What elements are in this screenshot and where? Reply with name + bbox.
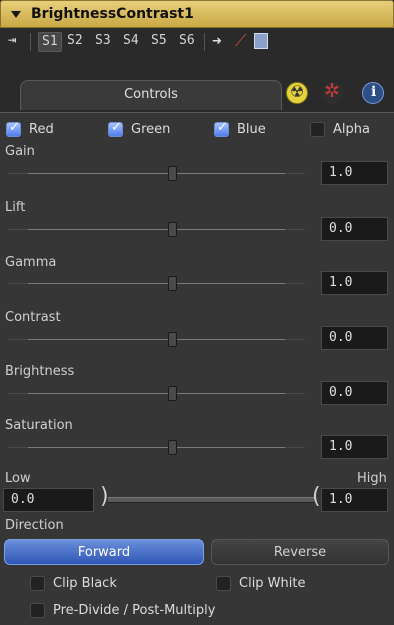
arrow-right-icon[interactable]: ➜	[212, 31, 222, 50]
brightness-label: Brightness	[5, 364, 75, 379]
high-label: High	[357, 471, 387, 486]
saturation-slider-thumb[interactable]	[168, 440, 177, 455]
alpha-checkbox[interactable]: Alpha	[310, 119, 370, 139]
radioactive-icon[interactable]	[286, 82, 308, 104]
contrast-label: Contrast	[5, 310, 61, 325]
slot-s1-button[interactable]: S1	[38, 32, 62, 52]
red-checkbox[interactable]: Red	[6, 119, 54, 139]
gain-label: Gain	[5, 144, 35, 159]
gain-slider-thumb[interactable]	[168, 166, 177, 181]
toolbar: ⇥ S1 S2 S3 S4 S5 S6 ➜ ⟋	[0, 28, 394, 56]
clip-black-checkbox[interactable]: Clip Black	[30, 573, 117, 593]
slot-s5-button[interactable]: S5	[148, 32, 170, 52]
contrast-slider-thumb[interactable]	[168, 332, 177, 347]
slot-s3-button[interactable]: S3	[92, 32, 114, 52]
lift-label: Lift	[5, 200, 26, 215]
lift-slider-thumb[interactable]	[168, 222, 177, 237]
checkbox-unchecked-icon	[30, 575, 45, 591]
checkbox-unchecked-icon	[310, 121, 325, 137]
checkbox-unchecked-icon	[216, 575, 231, 591]
clip-white-label: Clip White	[239, 575, 306, 591]
gamma-label: Gamma	[5, 255, 57, 270]
pre-divide-label: Pre-Divide / Post-Multiply	[53, 602, 216, 618]
checkbox-unchecked-icon	[30, 602, 45, 618]
green-label: Green	[131, 121, 171, 137]
checkbox-checked-icon	[214, 120, 229, 137]
reverse-button[interactable]: Reverse	[211, 539, 389, 565]
brightness-slider-track[interactable]	[8, 393, 305, 394]
gain-slider-track[interactable]	[8, 173, 305, 174]
tool-panel: BrightnessContrast1 ⇥ S1 S2 S3 S4 S5 S6 …	[0, 0, 394, 625]
brightness-slider-thumb[interactable]	[168, 386, 177, 401]
high-value-field[interactable]: 1.0	[321, 488, 388, 512]
red-label: Red	[29, 121, 54, 137]
clip-black-label: Clip Black	[53, 575, 117, 591]
alpha-label: Alpha	[333, 121, 370, 137]
slot-s6-button[interactable]: S6	[176, 32, 198, 52]
low-value-field[interactable]: 0.0	[3, 488, 94, 512]
saturation-slider-track[interactable]	[8, 447, 305, 448]
gamma-slider-track[interactable]	[8, 283, 305, 284]
tab-controls[interactable]: Controls	[20, 80, 282, 110]
saturation-value-field[interactable]: 1.0	[321, 435, 388, 459]
tool-header[interactable]: BrightnessContrast1	[0, 0, 394, 28]
separator	[30, 33, 31, 51]
forward-button[interactable]: Forward	[4, 539, 204, 565]
slot-s4-button[interactable]: S4	[120, 32, 142, 52]
lift-value-field[interactable]: 0.0	[321, 217, 388, 241]
save-icon[interactable]	[254, 33, 268, 49]
range-high-handle[interactable]: (	[312, 484, 321, 509]
blue-checkbox[interactable]: Blue	[214, 119, 266, 139]
gain-value-field[interactable]: 1.0	[321, 161, 388, 185]
range-slider-track[interactable]	[108, 497, 314, 503]
contrast-value-field[interactable]: 0.0	[321, 326, 388, 350]
slot-s2-button[interactable]: S2	[64, 32, 86, 52]
low-label: Low	[5, 471, 31, 486]
collapse-triangle-icon[interactable]	[11, 11, 21, 18]
pre-divide-checkbox[interactable]: Pre-Divide / Post-Multiply	[30, 600, 215, 620]
brightness-value-field[interactable]: 0.0	[321, 381, 388, 405]
tab-controls-label: Controls	[124, 87, 178, 102]
checkbox-checked-icon	[108, 120, 123, 137]
checkbox-checked-icon	[6, 120, 21, 137]
gamma-value-field[interactable]: 1.0	[321, 271, 388, 295]
blue-label: Blue	[237, 121, 266, 137]
direction-label: Direction	[5, 518, 64, 533]
separator	[204, 33, 205, 51]
green-checkbox[interactable]: Green	[108, 119, 170, 139]
pin-icon[interactable]: ⇥	[8, 32, 16, 48]
info-icon[interactable]	[362, 82, 384, 104]
controls-content: Red Green Blue Alpha Gain 1.0 Lift 0.0 G…	[0, 112, 394, 625]
gamma-slider-thumb[interactable]	[168, 276, 177, 291]
tool-title: BrightnessContrast1	[31, 6, 194, 22]
saturation-label: Saturation	[5, 418, 73, 433]
gear-icon[interactable]	[322, 80, 344, 104]
picker-icon[interactable]: ⟋	[235, 31, 246, 51]
contrast-slider-track[interactable]	[8, 339, 305, 340]
clip-white-checkbox[interactable]: Clip White	[216, 573, 306, 593]
tab-bar: Controls	[0, 56, 394, 112]
lift-slider-track[interactable]	[8, 229, 305, 230]
